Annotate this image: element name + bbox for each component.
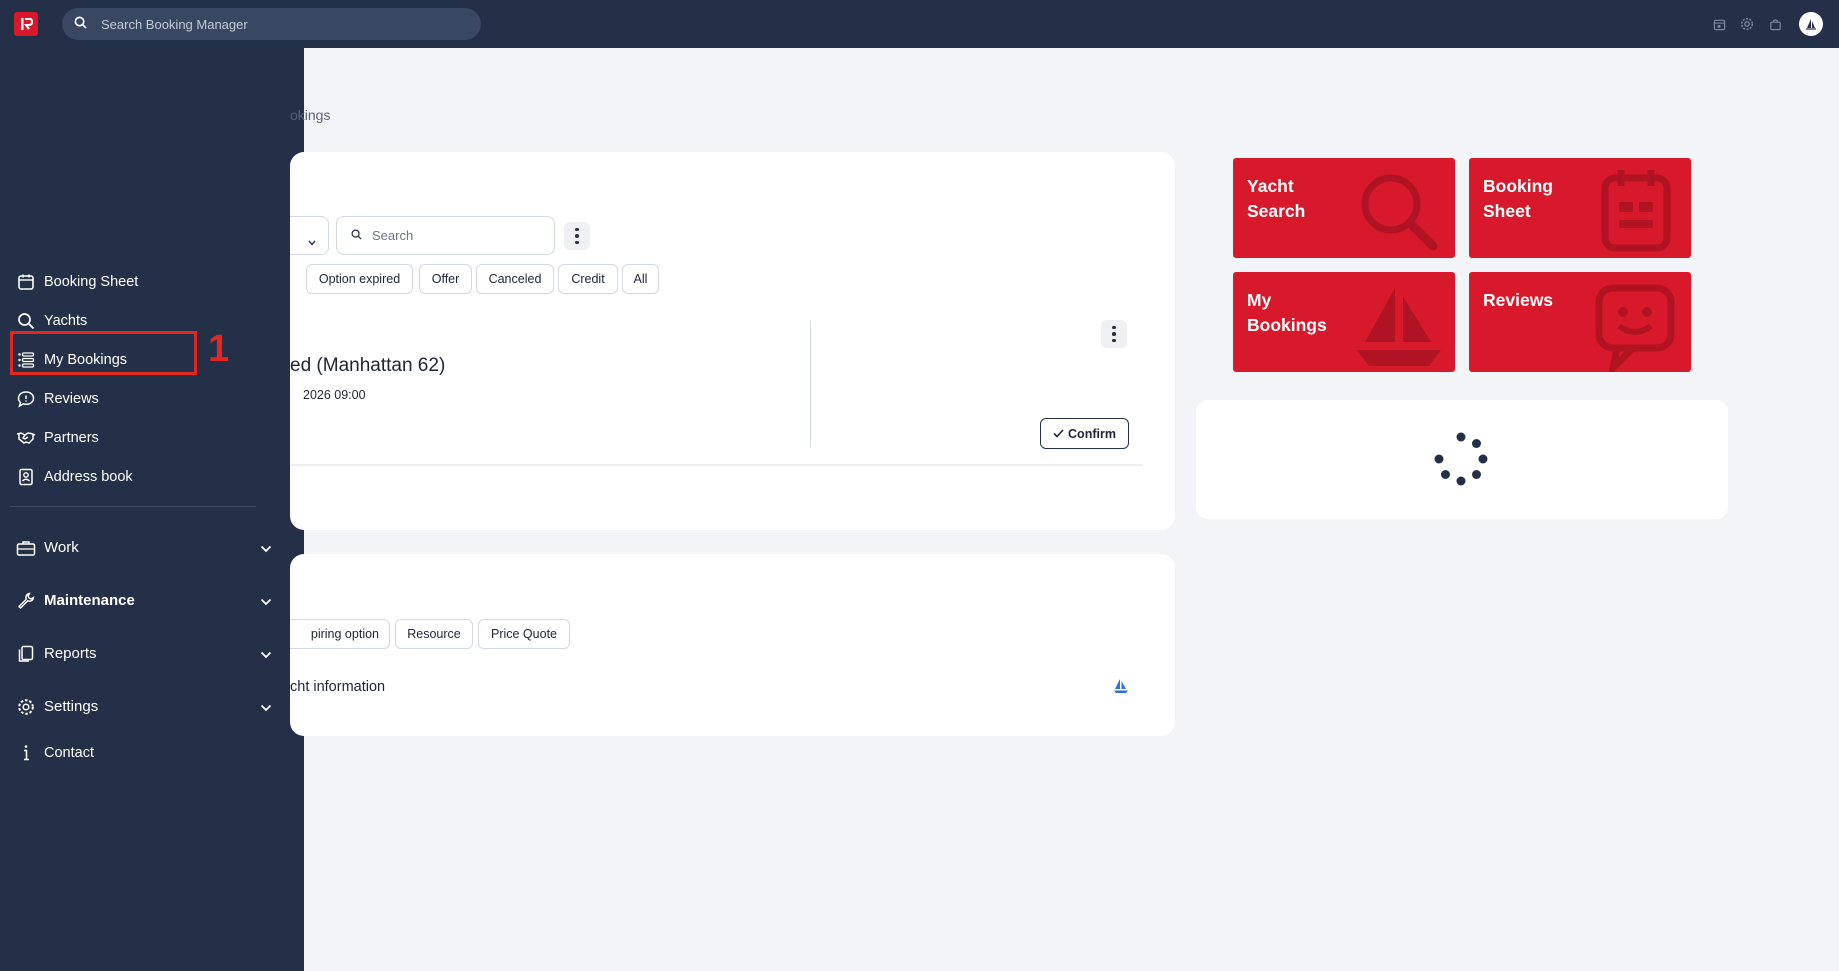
chevron-down-icon [260, 593, 272, 610]
sidebar-group-work[interactable]: Work [0, 521, 304, 574]
search-icon [351, 228, 362, 243]
breadcrumb[interactable]: okings [290, 107, 330, 123]
speech-bubble-icon [16, 389, 36, 409]
documents-icon [16, 644, 36, 664]
annotation-number: 1 [208, 328, 230, 370]
tile-label: Booking Sheet [1483, 176, 1553, 221]
handshake-icon [16, 428, 36, 448]
filter-chip-expiring-option[interactable]: piring option [290, 619, 390, 649]
info-icon [16, 743, 36, 763]
sidebar-item-address-book[interactable]: Address book [0, 457, 304, 496]
sidebar-group-label: Maintenance [44, 592, 135, 609]
tile-booking-sheet[interactable]: Booking Sheet [1469, 158, 1691, 258]
sidebar-item-label: My Bookings [44, 351, 128, 368]
tile-label: My Bookings [1247, 290, 1327, 335]
booking-more-options-button[interactable] [1101, 320, 1127, 348]
global-search-input[interactable]: Search Booking Manager [62, 8, 481, 40]
sidebar-item-booking-sheet[interactable]: Booking Sheet [0, 262, 304, 301]
filter-chip-price-quote[interactable]: Price Quote [478, 619, 570, 649]
filter-chip-canceled[interactable]: Canceled [476, 264, 554, 294]
gear-icon[interactable] [1739, 16, 1755, 32]
booking-manager-logo[interactable] [14, 12, 38, 36]
sidebar-nav: Booking Sheet Yachts My Bookings Reviews… [0, 262, 304, 773]
sidebar-item-label: Reviews [44, 390, 99, 407]
sidebar-group-label: Settings [44, 698, 99, 715]
chevron-down-icon [260, 646, 272, 663]
smiley-bubble-icon [1587, 278, 1683, 372]
sidebar-item-label: Booking Sheet [44, 273, 139, 290]
search-icon [74, 16, 87, 32]
sidebar-item-my-bookings[interactable]: My Bookings [0, 340, 304, 379]
row-divider [290, 464, 1143, 466]
list-icon [16, 350, 36, 370]
sidebar-group-label: Work [44, 539, 79, 556]
tile-my-bookings[interactable]: My Bookings [1233, 272, 1455, 372]
briefcase-icon [16, 538, 36, 558]
booking-date: 2026 09:00 [303, 388, 366, 402]
vertical-divider [810, 320, 811, 448]
calendar-icon [1587, 164, 1683, 258]
chevron-down-icon [260, 699, 272, 716]
loading-spinner-icon [1433, 431, 1489, 487]
top-right-icons [1711, 12, 1823, 36]
sidebar-group-maintenance[interactable]: Maintenance [0, 574, 304, 627]
tile-yacht-search[interactable]: Yacht Search [1233, 158, 1455, 258]
tile-label: Reviews [1483, 290, 1554, 310]
confirm-button[interactable]: Confirm [1040, 418, 1129, 449]
filter-chip-credit[interactable]: Credit [558, 264, 618, 294]
bookings-search-input[interactable]: Search [336, 216, 555, 255]
chevron-down-icon [260, 540, 272, 557]
sidebar-item-label: Partners [44, 429, 99, 446]
sidebar-item-label: Address book [44, 468, 133, 485]
status-select[interactable] [290, 216, 329, 255]
wrench-icon [16, 591, 36, 611]
chevron-down-icon [308, 233, 316, 251]
sailboat-icon [1351, 280, 1447, 372]
sidebar-item-partners[interactable]: Partners [0, 418, 304, 457]
sidebar-group-reports[interactable]: Reports [0, 627, 304, 680]
magnifier-icon [1351, 164, 1447, 258]
tile-reviews[interactable]: Reviews [1469, 272, 1691, 372]
sidebar-item-yachts[interactable]: Yachts [0, 301, 304, 340]
filter-chip-offer[interactable]: Offer [419, 264, 472, 294]
sidebar-item-label: Yachts [44, 312, 88, 329]
sidebar-item-reviews[interactable]: Reviews [0, 379, 304, 418]
filter-chip-resource[interactable]: Resource [395, 619, 473, 649]
contact-card-icon [16, 467, 36, 487]
calendar-icon [16, 272, 36, 292]
more-options-button[interactable] [564, 222, 590, 250]
bookings-card [290, 152, 1175, 530]
gear-icon [16, 697, 36, 717]
filter-chip-all[interactable]: All [622, 264, 659, 294]
avatar-icon[interactable] [1799, 12, 1823, 36]
sidebar-group-label: Reports [44, 645, 97, 662]
bookings-search-placeholder: Search [372, 228, 414, 243]
sidebar-item-label: Contact [44, 745, 94, 761]
yacht-information-label: cht information [290, 679, 386, 695]
shopping-bag-icon[interactable] [1767, 16, 1783, 32]
sidebar-divider [10, 506, 256, 507]
top-bar: Search Booking Manager [0, 0, 1839, 48]
search-icon [16, 311, 36, 331]
sidebar-item-contact[interactable]: Contact [0, 733, 304, 773]
tile-label: Yacht Search [1247, 176, 1306, 221]
booking-title[interactable]: ed (Manhattan 62) [290, 355, 445, 377]
global-search-placeholder: Search Booking Manager [101, 16, 248, 32]
calendar-icon[interactable] [1711, 16, 1727, 32]
sidebar: Booking Sheet Yachts My Bookings Reviews… [0, 48, 304, 971]
checkmark-icon [1053, 427, 1064, 441]
confirm-label: Confirm [1068, 426, 1116, 441]
sidebar-group-settings[interactable]: Settings [0, 680, 304, 733]
sailboat-icon[interactable] [1112, 678, 1130, 699]
filter-chip-option-expired[interactable]: Option expired [306, 264, 413, 294]
